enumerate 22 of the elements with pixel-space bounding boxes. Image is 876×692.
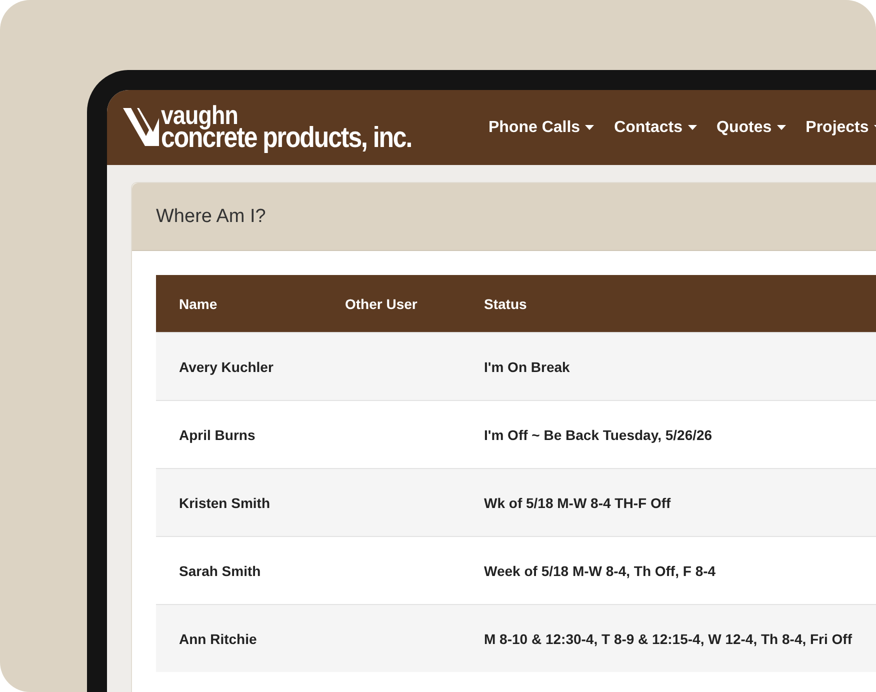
status-cell: Week of 5/18 M-W 8-4, Th Off, F 8-4 <box>461 536 876 604</box>
caret-icon <box>776 125 786 130</box>
status-cell: I'm Off ~ Be Back Tuesday, 5/26/26 <box>461 400 876 468</box>
nav-menu-link[interactable]: Quotes <box>716 118 786 136</box>
name-cell: Sarah Smith <box>156 536 322 604</box>
status-cell: M 8-10 & 12:30-4, T 8-9 & 12:15-4, W 12-4, Th 8-4, Fri Off <box>461 604 876 672</box>
caret-icon <box>585 125 594 130</box>
column-header: Status <box>461 275 876 332</box>
status-cell: I'm On Break <box>461 332 876 400</box>
column-header: Name <box>156 275 322 332</box>
column-header: Other User <box>322 275 461 332</box>
nav-menu-link[interactable]: Projects <box>806 118 876 136</box>
name-cell: Avery Kuchler <box>156 332 322 400</box>
status-cell: Wk of 5/18 M-W 8-4 TH-F Off <box>461 468 876 536</box>
nav-menu-link[interactable]: Phone Calls <box>488 118 594 136</box>
caret-icon <box>688 125 697 130</box>
name-cell: April Burns <box>156 400 322 468</box>
name-cell: Kristen Smith <box>156 468 322 536</box>
name-cell: Ann Ritchie <box>156 604 322 672</box>
nav-menu-link[interactable]: Contacts <box>614 118 697 136</box>
panel-title: Where Am I? <box>156 206 266 228</box>
logo-mark-icon <box>123 108 159 146</box>
